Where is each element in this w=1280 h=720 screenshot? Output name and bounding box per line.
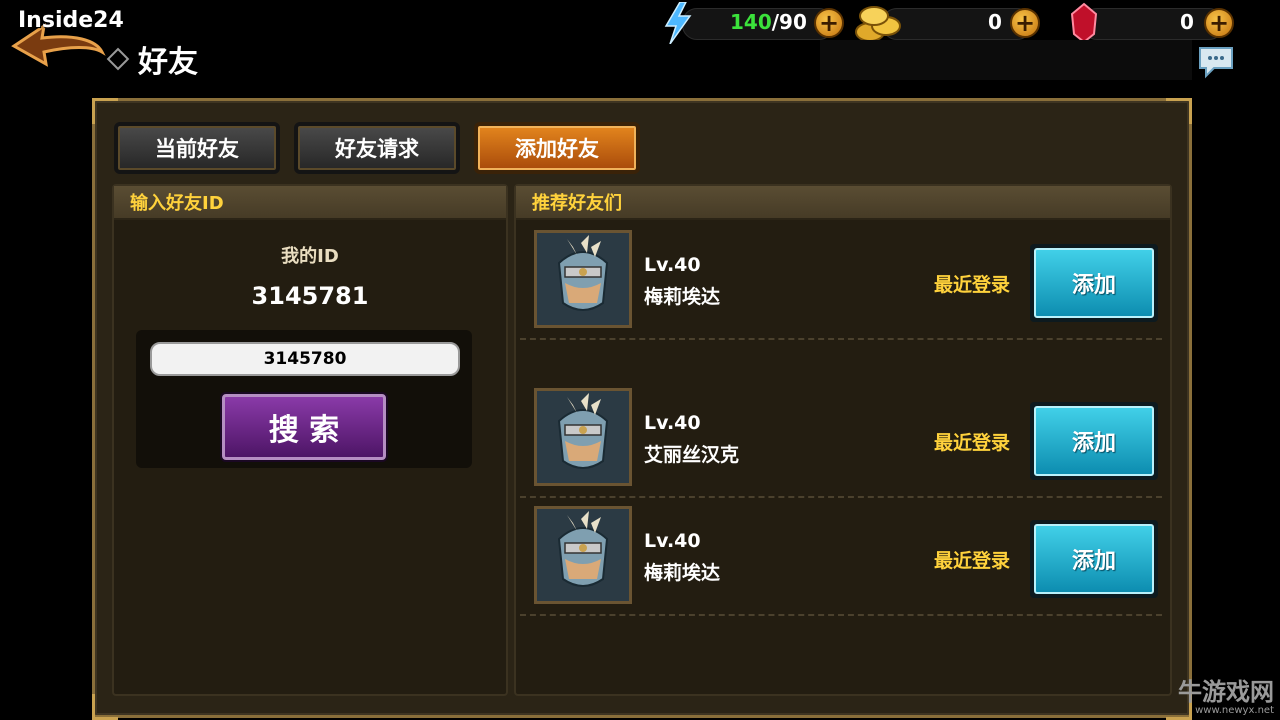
- energy-resource: 140/90 +: [660, 2, 850, 44]
- recent-login-status: 最近登录: [934, 550, 1011, 572]
- friend-name: 梅莉埃达: [644, 562, 721, 584]
- watermark-main: 牛游戏网: [1178, 678, 1274, 706]
- recommended-header: 推荐好友们: [516, 186, 1170, 220]
- tab-friend-requests[interactable]: 好友请求: [294, 122, 460, 174]
- recent-login-status: 最近登录: [934, 274, 1011, 296]
- site-watermark: 牛游戏网 www.newyx.net: [1178, 680, 1274, 716]
- my-id-value: 3145781: [251, 282, 369, 310]
- energy-current: 140: [730, 10, 772, 34]
- gold-coins-icon: [855, 6, 901, 42]
- friend-id-input[interactable]: 3145780: [150, 342, 460, 376]
- friend-level: Lv.40: [644, 254, 701, 276]
- gem-bar: [1082, 8, 1224, 40]
- friend-row: Lv.40 梅莉埃达 最近登录 添加: [520, 502, 1162, 612]
- avatar: [534, 388, 632, 486]
- friend-row: Lv.40 艾丽丝汉克 最近登录 添加: [520, 384, 1162, 494]
- energy-value: 140/90: [730, 10, 807, 34]
- add-friend-button[interactable]: 添加: [1030, 402, 1158, 480]
- tab-add-friend[interactable]: 添加好友: [474, 122, 640, 174]
- panel-corner: [92, 98, 118, 124]
- watermark-url: www.newyx.net: [1195, 705, 1274, 716]
- page-title: 好友: [138, 45, 198, 80]
- plus-icon: +: [1208, 9, 1230, 37]
- plus-icon: +: [818, 9, 840, 37]
- add-button-label: 添加: [1034, 406, 1154, 476]
- enter-id-header: 输入好友ID: [114, 186, 506, 220]
- knight-avatar-icon: [537, 509, 629, 601]
- corner-watermark: Inside24: [18, 8, 124, 33]
- diamond-icon: [106, 47, 130, 71]
- add-friend-button[interactable]: 添加: [1030, 520, 1158, 598]
- chat-preview[interactable]: [820, 40, 1192, 80]
- add-friend-button[interactable]: 添加: [1030, 244, 1158, 322]
- recent-login-status: 最近登录: [934, 432, 1011, 454]
- add-button-label: 添加: [1034, 524, 1154, 594]
- add-button-label: 添加: [1034, 248, 1154, 318]
- gold-resource: 0 +: [852, 2, 1048, 42]
- lightning-icon: [664, 2, 692, 44]
- friend-name: 艾丽丝汉克: [644, 444, 740, 466]
- gold-value: 0: [988, 10, 1002, 34]
- row-divider: [520, 614, 1162, 616]
- plus-icon: +: [1014, 9, 1036, 37]
- avatar: [534, 506, 632, 604]
- row-divider: [520, 496, 1162, 498]
- knight-avatar-icon: [537, 233, 629, 325]
- gold-plus-button[interactable]: +: [1010, 8, 1040, 38]
- tab-current-friends[interactable]: 当前好友: [114, 122, 280, 174]
- search-button[interactable]: 搜 索: [222, 394, 386, 460]
- chat-icon[interactable]: [1196, 44, 1236, 80]
- gem-value: 0: [1180, 10, 1194, 34]
- page-title-wrap: 好友: [106, 38, 198, 80]
- knight-avatar-icon: [537, 391, 629, 483]
- gem-plus-button[interactable]: +: [1204, 8, 1234, 38]
- energy-plus-button[interactable]: +: [814, 8, 844, 38]
- gem-resource: 0 +: [1064, 2, 1240, 44]
- friend-level: Lv.40: [644, 530, 701, 552]
- friend-name: 梅莉埃达: [644, 286, 721, 308]
- red-gem-icon: [1070, 2, 1098, 44]
- row-divider: [520, 338, 1162, 340]
- my-id-label: 我的ID: [281, 246, 339, 267]
- avatar: [534, 230, 632, 328]
- panel-corner: [92, 694, 118, 720]
- energy-max: /90: [771, 10, 807, 34]
- panel-corner: [1166, 98, 1192, 124]
- friend-row: Lv.40 梅莉埃达 最近登录 添加: [520, 226, 1162, 336]
- friend-level: Lv.40: [644, 412, 701, 434]
